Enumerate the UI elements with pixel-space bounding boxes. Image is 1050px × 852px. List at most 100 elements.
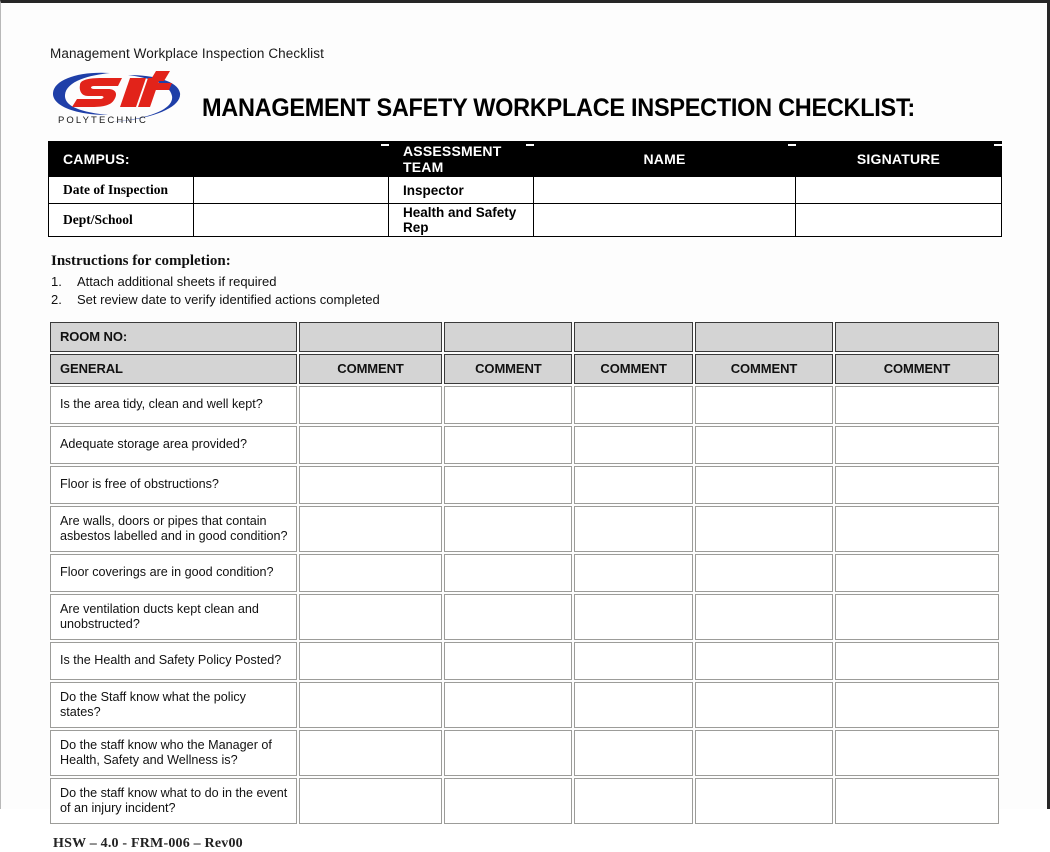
instruction-number: 2. <box>51 291 62 307</box>
comment-cell[interactable] <box>298 553 443 592</box>
comment-cell[interactable] <box>834 681 999 728</box>
document-footer: HSW – 4.0 - FRM-006 – Rev00 <box>53 835 243 851</box>
campus-header-value-cell[interactable] <box>193 141 390 177</box>
comment-cell[interactable] <box>444 465 573 504</box>
date-of-inspection-field[interactable] <box>193 176 389 204</box>
comment-cell[interactable] <box>574 425 694 464</box>
health-safety-rep-signature-field[interactable] <box>795 203 1002 237</box>
date-of-inspection-label: Date of Inspection <box>48 176 194 204</box>
room-no-label: ROOM NO: <box>50 321 297 352</box>
document-sheet: Management Workplace Inspection Checklis… <box>1 6 1045 851</box>
health-safety-rep-name-field[interactable] <box>533 203 796 237</box>
checklist-question: Do the Staff know what the policy states… <box>50 681 297 728</box>
comment-cell[interactable] <box>834 641 999 680</box>
comment-cell[interactable] <box>574 777 694 824</box>
comment-cell[interactable] <box>444 641 573 680</box>
comment-cell[interactable] <box>574 593 694 640</box>
comment-cell[interactable] <box>695 425 833 464</box>
checklist-question: Are ventilation ducts kept clean and uno… <box>50 593 297 640</box>
checklist-question: Floor is free of obstructions? <box>50 465 297 504</box>
checklist-question: Is the area tidy, clean and well kept? <box>50 385 297 424</box>
room-no-field-4[interactable] <box>695 321 833 352</box>
comment-cell[interactable] <box>444 681 573 728</box>
instructions-title: Instructions for completion: <box>51 253 231 269</box>
checklist-row: Do the staff know who the Manager of Hea… <box>50 729 999 776</box>
checklist-column-header-row: GENERAL COMMENT COMMENT COMMENT COMMENT … <box>50 353 999 384</box>
inspector-role-label: Inspector <box>388 176 534 204</box>
masthead: POLYTECHNIC MANAGEMENT SAFETY WORKPLACE … <box>50 65 1015 127</box>
comment-cell[interactable] <box>695 505 833 552</box>
room-no-field-1[interactable] <box>298 321 443 352</box>
campus-header-cell: CAMPUS: <box>48 141 194 177</box>
comment-cell[interactable] <box>444 553 573 592</box>
dept-school-field[interactable] <box>193 203 389 237</box>
comment-cell[interactable] <box>834 505 999 552</box>
comment-cell[interactable] <box>695 465 833 504</box>
comment-cell[interactable] <box>834 777 999 824</box>
comment-cell[interactable] <box>574 385 694 424</box>
comment-column-header-3: COMMENT <box>574 353 694 384</box>
comment-cell[interactable] <box>574 729 694 776</box>
inspector-signature-field[interactable] <box>795 176 1002 204</box>
checklist-row: Is the Health and Safety Policy Posted? <box>50 641 999 680</box>
instruction-text: Attach additional sheets if required <box>77 274 277 290</box>
campus-table-header-row: CAMPUS: ASSESSMENT TEAM NAME SIGNATURE <box>48 141 1003 177</box>
comment-cell[interactable] <box>298 385 443 424</box>
comment-cell[interactable] <box>298 593 443 640</box>
comment-cell[interactable] <box>834 729 999 776</box>
comment-cell[interactable] <box>298 465 443 504</box>
comment-cell[interactable] <box>298 505 443 552</box>
comment-cell[interactable] <box>695 385 833 424</box>
comment-cell[interactable] <box>695 553 833 592</box>
comment-cell[interactable] <box>444 505 573 552</box>
comment-cell[interactable] <box>574 681 694 728</box>
general-column-header: GENERAL <box>50 353 297 384</box>
instruction-item: 2. Set review date to verify identified … <box>51 291 1015 308</box>
signature-header-cell: SIGNATURE <box>795 141 1003 177</box>
checklist-question: Do the staff know who the Manager of Hea… <box>50 729 297 776</box>
room-no-field-3[interactable] <box>574 321 694 352</box>
comment-cell[interactable] <box>298 681 443 728</box>
instruction-text: Set review date to verify identified act… <box>77 291 380 307</box>
comment-cell[interactable] <box>695 681 833 728</box>
campus-table-row: Dept/School Health and Safety Rep <box>48 203 1002 237</box>
comment-cell[interactable] <box>444 425 573 464</box>
comment-cell[interactable] <box>574 505 694 552</box>
room-no-header-row: ROOM NO: <box>50 321 999 352</box>
inspector-name-field[interactable] <box>533 176 796 204</box>
dept-school-label: Dept/School <box>48 203 194 237</box>
checklist-row: Floor is free of obstructions? <box>50 465 999 504</box>
checklist-row: Are ventilation ducts kept clean and uno… <box>50 593 999 640</box>
comment-cell[interactable] <box>695 777 833 824</box>
comment-cell[interactable] <box>695 729 833 776</box>
comment-cell[interactable] <box>444 385 573 424</box>
room-no-field-5[interactable] <box>834 321 999 352</box>
campus-assessment-table: CAMPUS: ASSESSMENT TEAM NAME SIGNATURE D… <box>48 141 1003 237</box>
comment-column-header-4: COMMENT <box>695 353 833 384</box>
comment-column-header-5: COMMENT <box>834 353 999 384</box>
checklist-question: Is the Health and Safety Policy Posted? <box>50 641 297 680</box>
comment-cell[interactable] <box>834 553 999 592</box>
comment-cell[interactable] <box>834 465 999 504</box>
checklist-question: Do the staff know what to do in the even… <box>50 777 297 824</box>
comment-cell[interactable] <box>444 777 573 824</box>
comment-cell[interactable] <box>834 425 999 464</box>
comment-column-header-2: COMMENT <box>444 353 573 384</box>
checklist-question: Adequate storage area provided? <box>50 425 297 464</box>
comment-cell[interactable] <box>695 593 833 640</box>
comment-cell[interactable] <box>298 777 443 824</box>
comment-cell[interactable] <box>834 385 999 424</box>
comment-cell[interactable] <box>298 729 443 776</box>
comment-cell[interactable] <box>574 553 694 592</box>
comment-cell[interactable] <box>298 641 443 680</box>
room-no-field-2[interactable] <box>444 321 573 352</box>
comment-cell[interactable] <box>444 729 573 776</box>
checklist-question: Are walls, doors or pipes that contain a… <box>50 505 297 552</box>
comment-cell[interactable] <box>574 641 694 680</box>
comment-cell[interactable] <box>695 641 833 680</box>
assessment-team-header-cell: ASSESSMENT TEAM <box>388 141 535 177</box>
comment-cell[interactable] <box>834 593 999 640</box>
comment-cell[interactable] <box>574 465 694 504</box>
comment-cell[interactable] <box>298 425 443 464</box>
comment-cell[interactable] <box>444 593 573 640</box>
